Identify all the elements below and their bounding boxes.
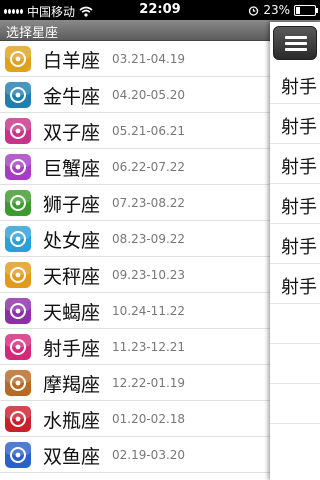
zodiac-dates: 02.19-03.20: [112, 448, 186, 462]
side-panel-item[interactable]: 射手: [270, 224, 320, 264]
zodiac-row[interactable]: 水瓶座 01.20-02.18: [0, 401, 278, 437]
menu-button[interactable]: [273, 26, 317, 60]
zodiac-name: 金牛座: [43, 86, 101, 108]
zodiac-name: 射手座: [43, 338, 101, 360]
zodiac-sign-icon: [4, 261, 32, 289]
zodiac-name: 处女座: [43, 230, 101, 252]
zodiac-row[interactable]: 处女座 08.23-09.22: [0, 221, 278, 257]
side-panel-item-label: 射手: [281, 277, 317, 298]
zodiac-sign-icon: [4, 333, 32, 361]
zodiac-list: 白羊座 03.21-04.19 金牛座 04.20-05.20 双子座 05.21-06.…: [0, 41, 278, 480]
zodiac-row[interactable]: 白羊座 03.21-04.19: [0, 41, 278, 77]
side-panel-item-label: 射手: [281, 117, 317, 138]
zodiac-sign-icon: [4, 441, 32, 469]
zodiac-name: 白羊座: [43, 50, 101, 72]
zodiac-dates: 05.21-06.21: [112, 124, 186, 138]
side-panel-item-label: 射手: [281, 237, 317, 258]
zodiac-sign-icon: [4, 153, 32, 181]
zodiac-name: 巨蟹座: [43, 158, 101, 180]
zodiac-name: 水瓶座: [43, 410, 101, 432]
zodiac-name: 摩羯座: [43, 374, 101, 396]
menu-icon: [285, 36, 307, 39]
zodiac-row[interactable]: 巨蟹座 06.22-07.22: [0, 149, 278, 185]
zodiac-sign-icon: [4, 189, 32, 217]
zodiac-name: 双鱼座: [43, 446, 101, 468]
zodiac-sign-icon: [4, 81, 32, 109]
zodiac-row[interactable]: 天蝎座 10.24-11.22: [0, 293, 278, 329]
zodiac-dates: 06.22-07.22: [112, 160, 186, 174]
battery-icon: [294, 4, 318, 16]
zodiac-name: 狮子座: [43, 194, 101, 216]
zodiac-dates: 07.23-08.22: [112, 196, 186, 210]
side-panel-item[interactable]: [270, 304, 320, 344]
side-panel-item-label: 射手: [281, 197, 317, 218]
status-bar: 中国移动 22:09 23%: [0, 0, 320, 20]
zodiac-dates: 03.21-04.19: [112, 52, 186, 66]
side-panel-item[interactable]: 射手: [270, 104, 320, 144]
zodiac-dates: 08.23-09.22: [112, 232, 186, 246]
zodiac-sign-icon: [4, 45, 32, 73]
alarm-icon: [249, 5, 259, 16]
zodiac-sign-icon: [4, 405, 32, 433]
zodiac-sign-icon: [4, 225, 32, 253]
zodiac-dates: 09.23-10.23: [112, 268, 186, 282]
side-panel-item[interactable]: [270, 344, 320, 384]
zodiac-sign-icon: [4, 117, 32, 145]
zodiac-name: 天秤座: [43, 266, 101, 288]
side-panel-item[interactable]: 射手: [270, 144, 320, 184]
side-panel: 射手 射手 射手 射手 射手 射手: [270, 22, 320, 480]
side-panel-item[interactable]: 射手: [270, 64, 320, 104]
zodiac-row[interactable]: 双鱼座 02.19-03.20: [0, 437, 278, 473]
zodiac-dates: 12.22-01.19: [112, 376, 186, 390]
zodiac-sign-icon: [4, 297, 32, 325]
side-panel-item[interactable]: 射手: [270, 184, 320, 224]
zodiac-dates: 01.20-02.18: [112, 412, 186, 426]
zodiac-row[interactable]: 双子座 05.21-06.21: [0, 113, 278, 149]
zodiac-name: 双子座: [43, 122, 101, 144]
page-title: 选择星座: [6, 26, 59, 41]
zodiac-row[interactable]: 射手座 11.23-12.21: [0, 329, 278, 365]
zodiac-dates: 10.24-11.22: [112, 304, 186, 318]
zodiac-sign-icon: [4, 369, 32, 397]
zodiac-row[interactable]: 金牛座 04.20-05.20: [0, 77, 278, 113]
side-panel-item[interactable]: 射手: [270, 264, 320, 304]
zodiac-dates: 04.20-05.20: [112, 88, 186, 102]
zodiac-name: 天蝎座: [43, 302, 101, 324]
side-panel-item[interactable]: [270, 384, 320, 424]
zodiac-dates: 11.23-12.21: [112, 340, 186, 354]
side-panel-item-label: 射手: [281, 157, 317, 178]
zodiac-row[interactable]: 狮子座 07.23-08.22: [0, 185, 278, 221]
zodiac-row[interactable]: 摩羯座 12.22-01.19: [0, 365, 278, 401]
side-panel-item-label: 射手: [281, 77, 317, 98]
zodiac-row[interactable]: 天秤座 09.23-10.23: [0, 257, 278, 293]
battery-percent: 23%: [263, 3, 290, 17]
